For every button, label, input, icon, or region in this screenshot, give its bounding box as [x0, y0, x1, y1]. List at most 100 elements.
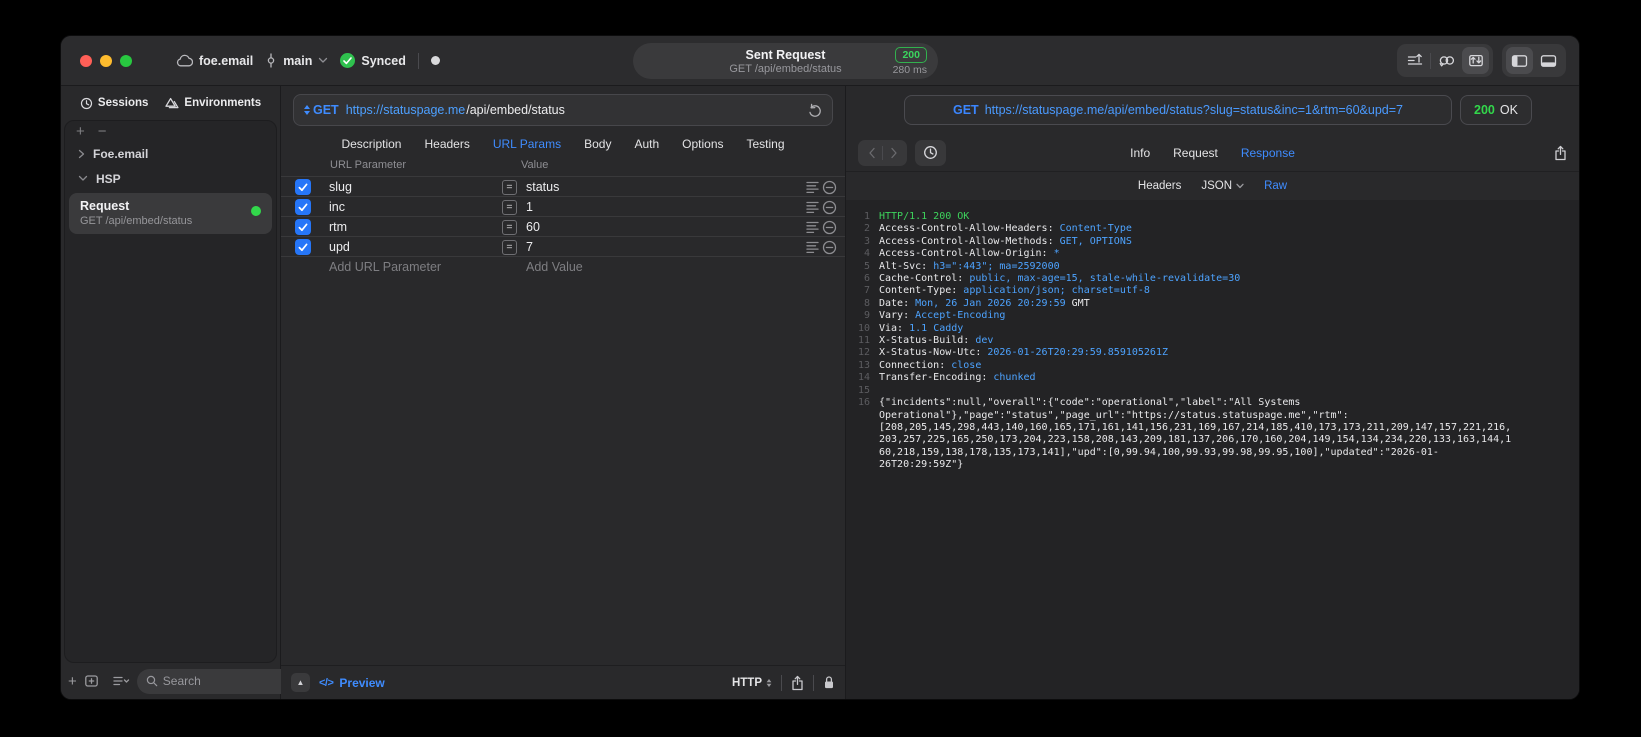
param-value[interactable]: 1	[526, 197, 533, 217]
response-subtab-json[interactable]: JSON	[1201, 180, 1244, 192]
request-editor-panel: GET https://statuspage.me /api/embed/sta…	[281, 86, 846, 699]
param-name[interactable]: rtm	[329, 217, 347, 237]
param-row-slug: slug = status	[281, 176, 845, 196]
zoom-window-button[interactable]	[120, 54, 132, 67]
param-value[interactable]: status	[526, 177, 559, 197]
add-value-placeholder[interactable]: Add Value	[526, 257, 583, 278]
equals-icon: =	[502, 219, 517, 235]
add-session-button[interactable]: +	[76, 124, 85, 139]
close-window-button[interactable]	[80, 54, 92, 67]
row-options-icon[interactable]	[806, 180, 819, 194]
remove-row-icon[interactable]	[822, 240, 837, 255]
sidebar-group-hsp[interactable]: HSP	[65, 166, 276, 191]
add-item-button[interactable]: +	[68, 674, 77, 689]
response-tab-info[interactable]: Info	[1130, 146, 1150, 160]
minimize-window-button[interactable]	[100, 54, 112, 67]
history-nav	[858, 139, 907, 166]
code-icon: </>	[319, 676, 334, 689]
request-tab-body[interactable]: Body	[584, 137, 611, 151]
add-param-placeholder[interactable]: Add URL Parameter	[329, 257, 441, 278]
line-content: Connection: close	[879, 360, 1513, 372]
response-subtab-raw[interactable]: Raw	[1264, 180, 1287, 192]
environments-icon	[165, 97, 179, 110]
subtab-label: Raw	[1264, 180, 1288, 192]
remove-row-icon[interactable]	[822, 180, 837, 195]
panel-left-icon[interactable]	[1506, 47, 1533, 74]
loop-icon[interactable]	[1433, 47, 1460, 74]
request-tab-url-params[interactable]: URL Params	[493, 137, 561, 151]
protocol-label: HTTP	[731, 676, 762, 689]
share-icon[interactable]	[791, 675, 804, 691]
request-tab-testing[interactable]: Testing	[747, 137, 785, 151]
nav-forward-icon[interactable]	[883, 142, 904, 164]
branch-selector[interactable]: main	[265, 53, 328, 68]
code-text: Access-Control-Allow-Headers:	[879, 223, 1060, 235]
remove-session-button[interactable]: −	[98, 124, 107, 139]
response-status-code: 200	[1474, 103, 1495, 117]
protocol-selector[interactable]: HTTP	[732, 677, 772, 689]
param-name[interactable]: inc	[329, 197, 345, 217]
method-selector[interactable]: GET	[304, 103, 339, 117]
row-options-icon[interactable]	[806, 240, 819, 254]
param-checkbox[interactable]	[295, 199, 311, 215]
response-tab-request[interactable]: Request	[1173, 146, 1218, 160]
row-options-icon[interactable]	[806, 200, 819, 214]
response-tab-response[interactable]: Response	[1241, 146, 1295, 160]
param-checkbox[interactable]	[295, 239, 311, 255]
sent-request-status-pill: Sent Request GET /api/embed/status 200 2…	[633, 43, 938, 79]
sidebar-item-request[interactable]: Request GET /api/embed/status	[69, 193, 272, 234]
remove-row-icon[interactable]	[822, 200, 837, 215]
sync-status[interactable]: Synced	[340, 53, 406, 68]
request-tab-auth[interactable]: Auth	[634, 137, 659, 151]
param-column-header: URL Parameter	[330, 159, 407, 171]
project-cloud-item[interactable]: foe.email	[176, 54, 253, 68]
code-text: h3=":443"; ma=2592000	[933, 260, 1060, 272]
param-value[interactable]: 60	[526, 217, 540, 237]
toolbar-group-actions	[1397, 44, 1493, 77]
tab-environments[interactable]: Environments	[165, 97, 261, 110]
tab-environments-label: Environments	[184, 97, 262, 109]
param-checkbox[interactable]	[295, 219, 311, 235]
request-tab-headers[interactable]: Headers	[424, 137, 469, 151]
line-number: 15	[857, 384, 870, 396]
unsaved-dot-indicator	[430, 56, 440, 65]
lock-icon[interactable]	[823, 675, 835, 690]
sort-import-icon[interactable]	[1401, 47, 1428, 74]
param-name[interactable]: slug	[329, 177, 352, 197]
response-method-label: GET	[952, 103, 979, 117]
line-content: Access-Control-Allow-Methods: GET, OPTIO…	[879, 236, 1513, 248]
tab-sessions[interactable]: Sessions	[80, 97, 148, 110]
row-options-icon[interactable]	[806, 220, 819, 234]
add-group-icon[interactable]	[84, 674, 99, 688]
sessions-list: + − Foe.email HSP Request GET /api/embed…	[64, 120, 277, 663]
line-content: HTTP/1.1 200 OK	[879, 211, 1513, 223]
request-footer-bar: ▲ </> Preview HTTP	[281, 665, 845, 699]
response-subtab-headers[interactable]: Headers	[1138, 180, 1181, 192]
response-line: 7 Content-Type: application/json; charset…	[852, 285, 1571, 297]
remove-row-icon[interactable]	[822, 220, 837, 235]
nav-back-icon[interactable]	[861, 142, 882, 164]
request-tab-description[interactable]: Description	[341, 137, 401, 151]
request-tab-options[interactable]: Options	[682, 137, 723, 151]
line-content: {"incidents":null,"overall":{"code":"ope…	[879, 397, 1513, 471]
response-line: 16 {"incidents":null,"overall":{"code":"o…	[852, 397, 1571, 471]
request-url-bar[interactable]: GET https://statuspage.me /api/embed/sta…	[293, 94, 833, 126]
param-checkbox[interactable]	[295, 179, 311, 195]
response-line: 12 X-Status-Now-Utc: 2026-01-26T20:29:59.…	[852, 347, 1571, 359]
preview-label: Preview	[339, 675, 385, 690]
response-request-line[interactable]: GET https://statuspage.me/api/embed/stat…	[904, 95, 1452, 125]
refresh-icon[interactable]	[808, 103, 822, 118]
code-text: 1.1 Caddy	[909, 322, 964, 334]
response-line: 13 Connection: close	[852, 360, 1571, 372]
sidebar-group-foe-email[interactable]: Foe.email	[65, 141, 276, 166]
sync-box-icon[interactable]	[1462, 47, 1489, 74]
param-name[interactable]: upd	[329, 237, 350, 257]
cloud-icon	[176, 54, 193, 67]
share-icon[interactable]	[1554, 145, 1567, 161]
history-clock-icon[interactable]	[915, 139, 946, 166]
param-value[interactable]: 7	[526, 237, 533, 257]
panel-bottom-icon[interactable]	[1535, 47, 1562, 74]
list-options-icon[interactable]	[113, 675, 130, 687]
expand-panel-button[interactable]: ▲	[291, 673, 310, 692]
preview-button[interactable]: </> Preview	[319, 676, 385, 690]
